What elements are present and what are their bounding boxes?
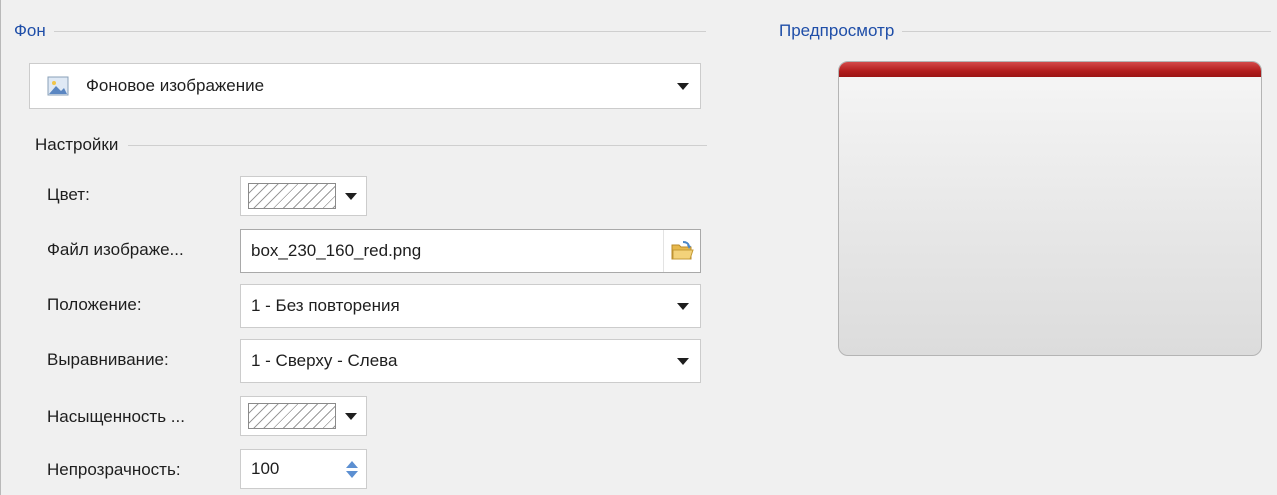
alignment-value: 1 - Сверху - Слева [251, 351, 398, 370]
saturation-label: Насыщенность ... [47, 407, 185, 426]
preview-top-bar [839, 62, 1261, 77]
settings-header: Настройки [35, 135, 707, 155]
chevron-down-icon[interactable] [666, 285, 700, 327]
image-file-field[interactable]: box_230_160_red.png [240, 229, 701, 273]
image-file-label: Файл изображе... [47, 240, 184, 259]
preview-group-title: Предпросмотр [779, 21, 895, 40]
position-value: 1 - Без повторения [251, 296, 400, 315]
opacity-stepper[interactable]: 100 [240, 449, 367, 489]
background-settings-panel: Фон Фоновое изображение Настройки Цвет: … [0, 0, 1277, 495]
folder-open-icon [670, 240, 694, 262]
alignment-label: Выравнивание: [47, 350, 169, 369]
image-file-value[interactable]: box_230_160_red.png [241, 241, 663, 261]
divider [53, 30, 706, 32]
chevron-down-icon[interactable] [666, 64, 700, 108]
opacity-label: Непрозрачность: [47, 460, 181, 479]
browse-button[interactable] [663, 230, 700, 272]
chevron-down-icon[interactable] [336, 412, 366, 420]
background-type-value: Фоновое изображение [86, 76, 265, 95]
background-type-dropdown[interactable]: Фоновое изображение [29, 63, 701, 109]
background-group-title: Фон [14, 21, 46, 40]
divider [902, 30, 1271, 32]
background-group-header: Фон [14, 21, 706, 41]
preview-image [838, 61, 1262, 356]
position-label: Положение: [47, 295, 142, 314]
arrow-down-icon[interactable] [346, 470, 358, 478]
alignment-dropdown[interactable]: 1 - Сверху - Слева [240, 339, 701, 383]
color-label: Цвет: [47, 185, 90, 204]
image-icon [47, 75, 69, 97]
chevron-down-icon[interactable] [336, 192, 366, 200]
saturation-swatch [248, 403, 336, 429]
saturation-picker[interactable] [240, 396, 367, 436]
chevron-down-icon[interactable] [666, 340, 700, 382]
position-dropdown[interactable]: 1 - Без повторения [240, 284, 701, 328]
arrow-up-icon[interactable] [346, 460, 358, 468]
color-picker[interactable] [240, 176, 367, 216]
color-swatch [248, 183, 336, 209]
spin-buttons[interactable] [338, 450, 366, 488]
preview-group-header: Предпросмотр [779, 21, 1271, 41]
divider [128, 144, 707, 146]
settings-title: Настройки [35, 135, 119, 154]
opacity-value[interactable]: 100 [241, 459, 338, 479]
